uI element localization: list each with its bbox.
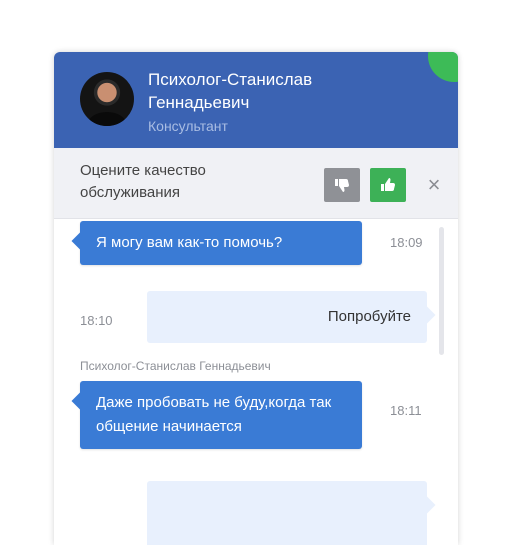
message-time: 18:09 bbox=[390, 235, 423, 250]
avatar-shoulders bbox=[88, 112, 126, 126]
message-time: 18:11 bbox=[390, 403, 422, 418]
agent-name: Психолог-Станислав Геннадьевич bbox=[148, 70, 313, 112]
thumbs-down-icon bbox=[335, 179, 349, 192]
scrollbar[interactable] bbox=[439, 227, 444, 355]
agent-avatar bbox=[80, 72, 134, 126]
message-text: Попробуйте bbox=[327, 308, 411, 325]
message-outgoing bbox=[147, 481, 427, 545]
message-list[interactable]: Я могу вам как-то помочь? 18:09 18:10 По… bbox=[54, 219, 458, 545]
message-sender: Психолог-Станислав Геннадьевич bbox=[80, 359, 271, 373]
rating-bar: Оцените качество обслуживания × bbox=[54, 148, 458, 219]
message-outgoing: Попробуйте bbox=[147, 291, 427, 343]
message-time: 18:10 bbox=[80, 313, 113, 328]
message-text: Даже пробовать не буду,когда так общение… bbox=[96, 394, 332, 435]
message-incoming: Я могу вам как-то помочь? bbox=[80, 221, 362, 265]
message-text: Я могу вам как-то помочь? bbox=[96, 234, 283, 251]
chat-widget: Психолог-Станислав Геннадьевич Консульта… bbox=[54, 52, 458, 545]
online-status-indicator bbox=[428, 52, 458, 82]
rating-prompt: Оцените качество обслуживания bbox=[80, 162, 206, 201]
chat-header: Психолог-Станислав Геннадьевич Консульта… bbox=[54, 52, 458, 148]
agent-role: Консультант bbox=[148, 118, 228, 134]
message-incoming: Даже пробовать не буду,когда так общение… bbox=[80, 381, 362, 449]
dislike-button[interactable] bbox=[324, 168, 360, 202]
like-button[interactable] bbox=[370, 168, 406, 202]
close-rating-button[interactable]: × bbox=[422, 168, 446, 202]
thumbs-up-icon bbox=[381, 178, 395, 191]
close-icon: × bbox=[427, 172, 441, 197]
